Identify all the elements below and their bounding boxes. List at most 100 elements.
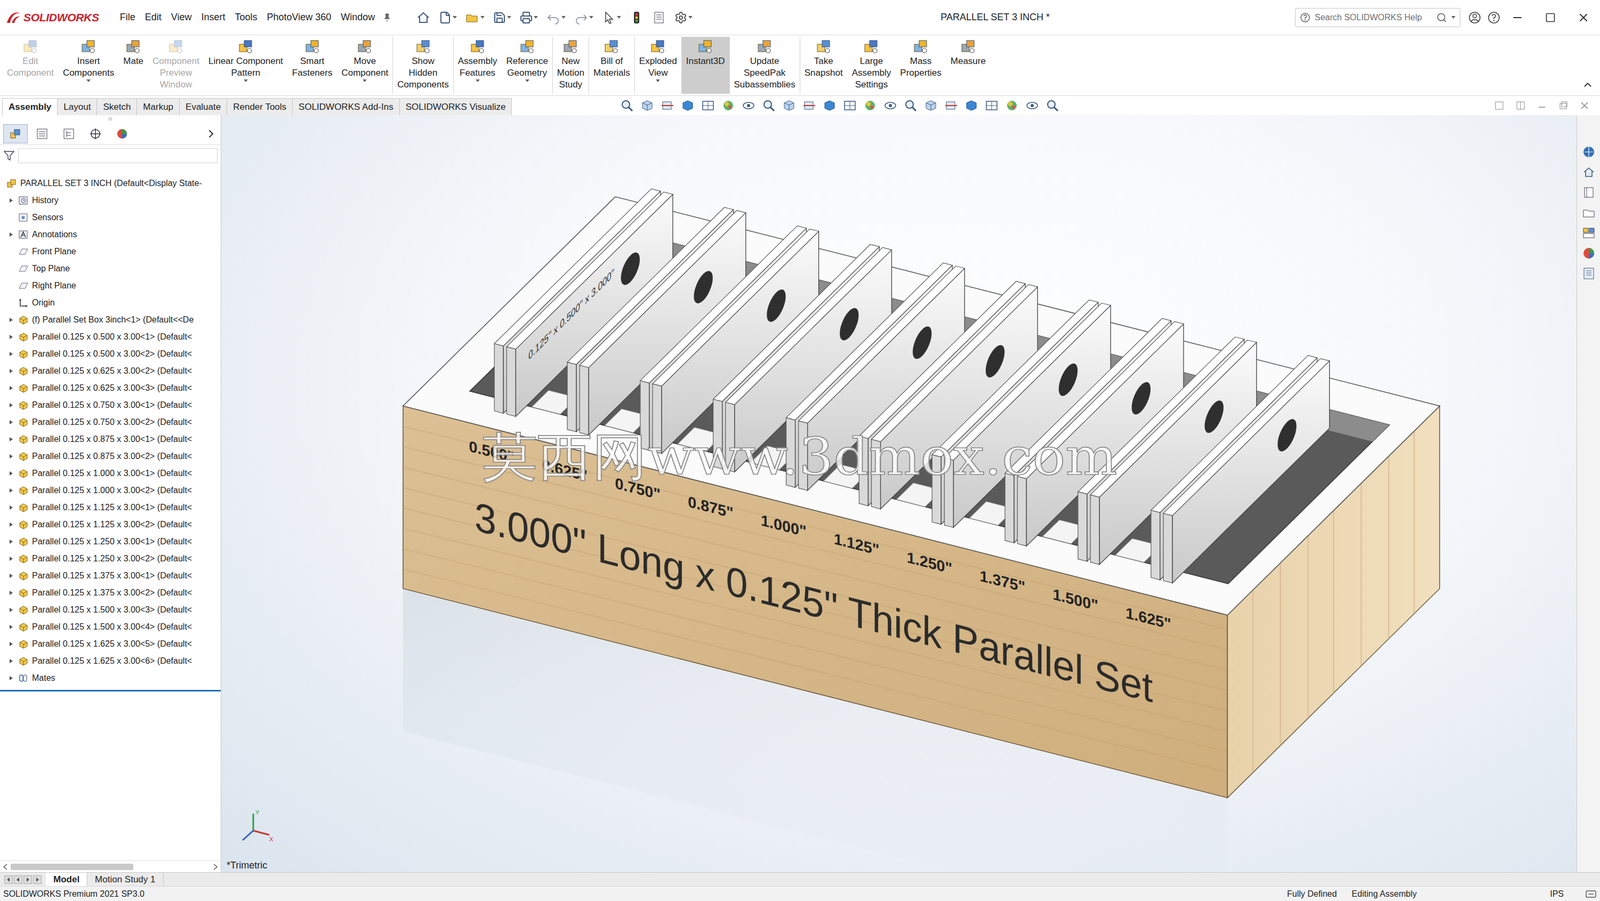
- home-button[interactable]: [413, 6, 433, 29]
- maximize-pane-icon[interactable]: [1558, 100, 1569, 111]
- command-button[interactable]: InsertComponents: [58, 36, 119, 94]
- expand-arrow-icon[interactable]: [7, 452, 15, 461]
- command-tab[interactable]: Sketch: [96, 98, 138, 116]
- tree-root[interactable]: PARALLEL SET 3 INCH (Default<Display Sta…: [0, 174, 221, 192]
- view-tool-button[interactable]: [698, 96, 718, 115]
- close-button[interactable]: [1566, 0, 1600, 36]
- display-style-icon[interactable]: [680, 98, 695, 113]
- tree-item[interactable]: Parallel 0.125 x 1.500 x 3.00<3> (Defaul…: [0, 601, 221, 619]
- view-cube-icon[interactable]: [782, 98, 797, 113]
- panel-tab[interactable]: [83, 124, 108, 144]
- view-tool-button[interactable]: [1023, 96, 1042, 115]
- resources-icon[interactable]: [1581, 145, 1596, 159]
- select-button[interactable]: [599, 6, 624, 29]
- section-view-icon[interactable]: [802, 98, 817, 113]
- minimize-pane-icon[interactable]: [1537, 100, 1547, 111]
- pointer-icon[interactable]: [601, 10, 616, 25]
- tree-item[interactable]: Parallel 0.125 x 0.500 x 3.00<2> (Defaul…: [0, 345, 221, 363]
- view-tool-button[interactable]: [982, 96, 1001, 115]
- collapse-ribbon-button[interactable]: [1577, 36, 1598, 94]
- status-icon[interactable]: [1585, 889, 1597, 899]
- tree-item[interactable]: Front Plane: [0, 243, 221, 261]
- task-pane-button[interactable]: [1580, 245, 1598, 262]
- panel-tab[interactable]: [29, 124, 55, 144]
- view-tool-button[interactable]: [921, 96, 940, 115]
- expand-arrow-icon[interactable]: [7, 606, 15, 614]
- panel-tab[interactable]: [3, 124, 28, 144]
- command-button[interactable]: UpdateSpeedPakSubassemblies: [729, 36, 800, 94]
- appearance-icon[interactable]: [863, 98, 878, 113]
- viewport-icon[interactable]: [984, 98, 999, 113]
- task-pane-button[interactable]: [1580, 184, 1598, 201]
- traffic-light-icon[interactable]: [629, 10, 644, 25]
- appearance-icon[interactable]: [721, 98, 736, 113]
- view-tool-button[interactable]: [658, 96, 677, 115]
- tree-item[interactable]: Parallel 0.125 x 1.125 x 3.00<2> (Defaul…: [0, 516, 221, 534]
- open-folder-icon[interactable]: [465, 10, 480, 25]
- view-tool-button[interactable]: [962, 96, 981, 115]
- file-explorer-icon[interactable]: [1581, 205, 1596, 220]
- expand-arrow-icon[interactable]: [7, 503, 15, 512]
- view-tool-button[interactable]: [678, 96, 697, 115]
- section-view-icon[interactable]: [944, 98, 959, 113]
- help-search-field[interactable]: Search SOLIDWORKS Help: [1295, 7, 1461, 28]
- expand-arrow-icon[interactable]: [7, 486, 15, 495]
- tree-item[interactable]: Top Plane: [0, 260, 221, 278]
- expand-arrow-icon[interactable]: [7, 589, 15, 597]
- tree-item[interactable]: Parallel 0.125 x 0.875 x 3.00<1> (Defaul…: [0, 430, 221, 448]
- home-icon[interactable]: [1581, 165, 1596, 180]
- tree-item[interactable]: Parallel 0.125 x 1.625 x 3.00<6> (Defaul…: [0, 652, 221, 670]
- open-button[interactable]: [462, 6, 488, 29]
- tree-item[interactable]: Parallel 0.125 x 0.625 x 3.00<2> (Defaul…: [0, 362, 221, 380]
- expand-arrow-icon[interactable]: [7, 555, 15, 563]
- tab-nav-button[interactable]: [4, 875, 13, 884]
- view-tool-button[interactable]: [840, 96, 859, 115]
- tree-item[interactable]: Parallel 0.125 x 1.625 x 3.00<5> (Defaul…: [0, 635, 221, 653]
- home-icon[interactable]: [416, 10, 431, 25]
- command-button[interactable]: MassProperties: [895, 36, 946, 94]
- command-button[interactable]: LargeAssemblySettings: [847, 36, 896, 94]
- file-properties-button[interactable]: [649, 6, 669, 29]
- zoom-icon[interactable]: [620, 98, 634, 113]
- graphics-area[interactable]: 0.500"0.625"0.750"0.875"1.000"1.125"1.25…: [221, 115, 1577, 873]
- menu-item[interactable]: File: [115, 8, 141, 27]
- tree-item[interactable]: Right Plane: [0, 277, 221, 295]
- new-button[interactable]: [436, 6, 460, 29]
- print-button[interactable]: [517, 6, 541, 29]
- expand-arrow-icon[interactable]: [7, 537, 15, 546]
- expand-arrow-icon[interactable]: [7, 230, 15, 239]
- close-pane-icon[interactable]: [1579, 100, 1590, 111]
- view-tool-button[interactable]: [759, 96, 778, 115]
- tree-item[interactable]: Parallel 0.125 x 1.250 x 3.00<2> (Defaul…: [0, 550, 221, 568]
- menu-item[interactable]: View: [166, 8, 197, 27]
- expand-arrow-icon[interactable]: [7, 640, 15, 648]
- task-pane-button[interactable]: [1580, 204, 1598, 221]
- view-tool-button[interactable]: [800, 96, 819, 115]
- command-button[interactable]: Bill ofMaterials: [588, 36, 635, 94]
- hide-show-icon[interactable]: [883, 98, 898, 113]
- bottom-tab[interactable]: Motion Study 1: [87, 872, 164, 887]
- command-button[interactable]: ShowHiddenComponents: [392, 36, 453, 94]
- tab-nav-button[interactable]: [13, 875, 23, 884]
- command-button[interactable]: TakeSnapshot: [799, 36, 848, 94]
- status-field[interactable]: IPS: [1549, 889, 1564, 899]
- expand-arrow-icon[interactable]: [7, 196, 15, 205]
- zoom-icon[interactable]: [1045, 98, 1060, 113]
- horizontal-scrollbar[interactable]: [0, 860, 221, 873]
- view-tool-button[interactable]: [617, 96, 637, 115]
- command-button[interactable]: Mate: [118, 36, 148, 94]
- command-button[interactable]: MoveComponent: [336, 36, 393, 94]
- view-tool-button[interactable]: [719, 96, 738, 115]
- tree-item[interactable]: Parallel 0.125 x 1.000 x 3.00<1> (Defaul…: [0, 464, 221, 482]
- expand-arrow-icon[interactable]: [7, 367, 15, 375]
- model-viewport[interactable]: 0.500"0.625"0.750"0.875"1.000"1.125"1.25…: [221, 115, 1577, 873]
- help-icon[interactable]: [1486, 10, 1501, 25]
- menu-item[interactable]: Edit: [140, 8, 167, 27]
- appearances-icon[interactable]: [1581, 246, 1596, 261]
- tree-item[interactable]: Origin: [0, 294, 221, 312]
- scroll-thumb[interactable]: [10, 863, 134, 871]
- view-tool-button[interactable]: [861, 96, 880, 115]
- task-pane-button[interactable]: [1580, 143, 1598, 160]
- view-tool-button[interactable]: [820, 96, 839, 115]
- view-tool-button[interactable]: [1002, 96, 1021, 115]
